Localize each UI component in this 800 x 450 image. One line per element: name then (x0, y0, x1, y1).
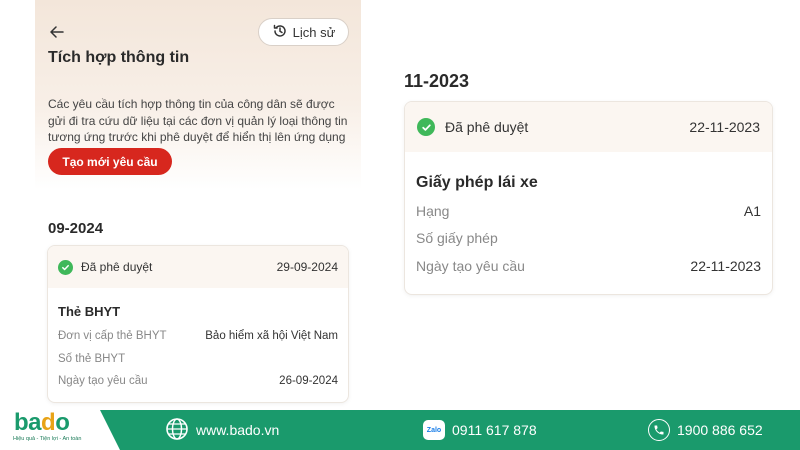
history-button[interactable]: Lịch sử (258, 18, 349, 46)
row-label: Ngày tạo yêu cầu (416, 257, 525, 274)
hotline-contact[interactable]: 1900 886 652 (648, 418, 763, 442)
page-title: Tích hợp thông tin (48, 49, 190, 66)
zalo-contact[interactable]: Zalo 0911 617 878 (423, 418, 537, 442)
approval-date: 22-11-2023 (689, 119, 760, 135)
logo-tagline: Hiệu quả - Tiện lợi - An toàn (13, 436, 82, 442)
detail-row: Hạng A1 (416, 197, 761, 225)
website-contact[interactable]: www.bado.vn (165, 417, 279, 444)
row-label: Số thẻ BHYT (58, 352, 126, 365)
row-label: Đơn vị cấp thẻ BHYT (58, 330, 167, 343)
phone-icon (648, 419, 670, 441)
history-label: Lịch sử (292, 24, 336, 40)
website-link[interactable]: www.bado.vn (196, 422, 279, 438)
approval-date: 29-09-2024 (276, 260, 338, 274)
zalo-phone[interactable]: 0911 617 878 (452, 422, 537, 438)
check-circle-icon (58, 259, 73, 275)
card-header: Đã phê duyệt 22-11-2023 (405, 102, 772, 152)
detail-row: Đơn vị cấp thẻ BHYT Bảo hiểm xã hội Việt… (58, 325, 338, 348)
row-label: Số giấy phép (416, 230, 498, 247)
row-value: Bảo hiểm xã hội Việt Nam (205, 330, 338, 343)
card-header: Đã phê duyệt 29-09-2024 (48, 246, 348, 288)
status-label: Đã phê duyệt (445, 119, 529, 135)
zalo-icon: Zalo (423, 420, 445, 440)
document-title: Thẻ BHYT (58, 304, 121, 319)
status-label: Đã phê duyệt (81, 260, 153, 274)
history-clock-icon (272, 23, 288, 42)
request-card[interactable]: Đã phê duyệt 22-11-2023 Giấy phép lái xe… (404, 101, 773, 295)
left-app-panel: Lịch sử Tích hợp thông tin Các yêu cầu t… (35, 0, 361, 410)
globe-icon (165, 417, 189, 444)
row-value: A1 (743, 202, 761, 219)
month-heading: 11-2023 (404, 71, 470, 91)
detail-row: Số thẻ BHYT (58, 348, 338, 371)
row-label: Ngày tạo yêu cầu (58, 375, 148, 388)
row-value: 26-09-2024 (279, 375, 338, 388)
detail-row: Ngày tạo yêu cầu 26-09-2024 (58, 370, 338, 393)
document-title: Giấy phép lái xe (416, 174, 538, 191)
detail-row: Ngày tạo yêu cầu 22-11-2023 (416, 252, 761, 280)
check-circle-icon (417, 118, 435, 136)
create-request-button[interactable]: Tạo mới yêu cầu (48, 148, 172, 175)
detail-row: Số giấy phép (416, 225, 761, 253)
back-arrow-icon[interactable] (47, 22, 67, 42)
row-label: Hạng (416, 202, 450, 219)
bado-logo: bado (14, 409, 70, 436)
month-heading: 09-2024 (48, 220, 104, 237)
hotline-number[interactable]: 1900 886 652 (677, 422, 763, 438)
request-card[interactable]: Đã phê duyệt 29-09-2024 Thẻ BHYT Đơn vị … (47, 245, 349, 403)
page-description: Các yêu cầu tích hợp thông tin của công … (48, 97, 348, 144)
row-value: 22-11-2023 (690, 257, 761, 274)
